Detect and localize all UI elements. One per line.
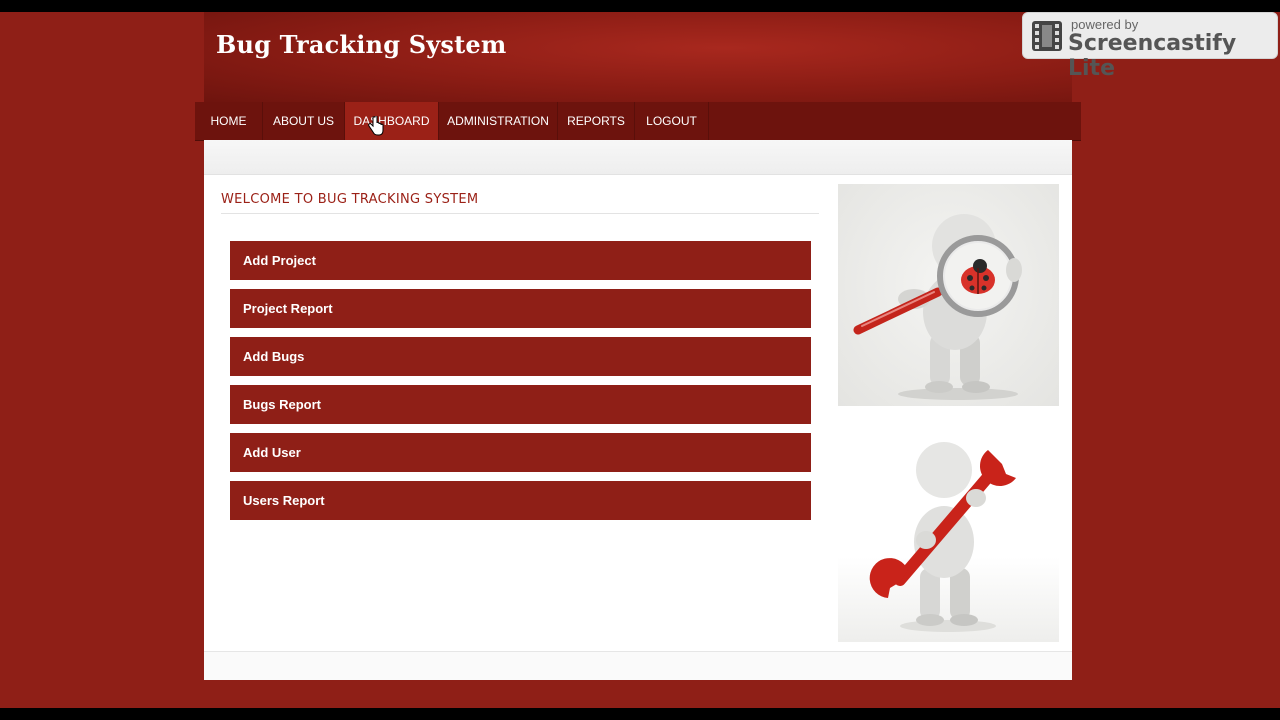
content-top-strip xyxy=(204,140,1072,175)
screencastify-watermark: powered by Screencastify Lite xyxy=(1022,12,1278,81)
site-header: Bug Tracking System xyxy=(204,12,1072,102)
welcome-heading: WELCOME TO BUG TRACKING SYSTEM xyxy=(221,192,479,207)
nav-about-us[interactable]: ABOUT US xyxy=(263,102,345,140)
add-project-button[interactable]: Add Project xyxy=(230,241,811,280)
users-report-button[interactable]: Users Report xyxy=(230,481,811,520)
site-title: Bug Tracking System xyxy=(216,30,507,59)
nav-reports[interactable]: REPORTS xyxy=(558,102,635,140)
add-user-button[interactable]: Add User xyxy=(230,433,811,472)
heading-divider xyxy=(221,213,819,214)
nav-logout[interactable]: LOGOUT xyxy=(635,102,709,140)
add-bugs-button[interactable]: Add Bugs xyxy=(230,337,811,376)
wrench-figure-image xyxy=(838,430,1059,642)
page-frame: Bug Tracking System HOME ABOUT US DASHBO… xyxy=(0,12,1280,708)
film-strip-icon xyxy=(1032,21,1062,51)
watermark-brand: Screencastify Lite xyxy=(1068,31,1237,81)
bugs-report-button[interactable]: Bugs Report xyxy=(230,385,811,424)
content-panel: WELCOME TO BUG TRACKING SYSTEM Add Proje… xyxy=(204,140,1072,680)
nav-dashboard[interactable]: DASHBOARD xyxy=(345,102,439,140)
watermark-powered-by: powered by xyxy=(1071,17,1139,32)
project-report-button[interactable]: Project Report xyxy=(230,289,811,328)
main-navigation: HOME ABOUT US DASHBOARD ADMINISTRATION R… xyxy=(195,102,1081,141)
magnifier-ladybug-figure-image xyxy=(838,184,1059,406)
nav-home[interactable]: HOME xyxy=(195,102,263,140)
hand-pointer-icon xyxy=(368,116,384,136)
content-footer-strip xyxy=(204,651,1072,680)
nav-administration[interactable]: ADMINISTRATION xyxy=(439,102,558,140)
